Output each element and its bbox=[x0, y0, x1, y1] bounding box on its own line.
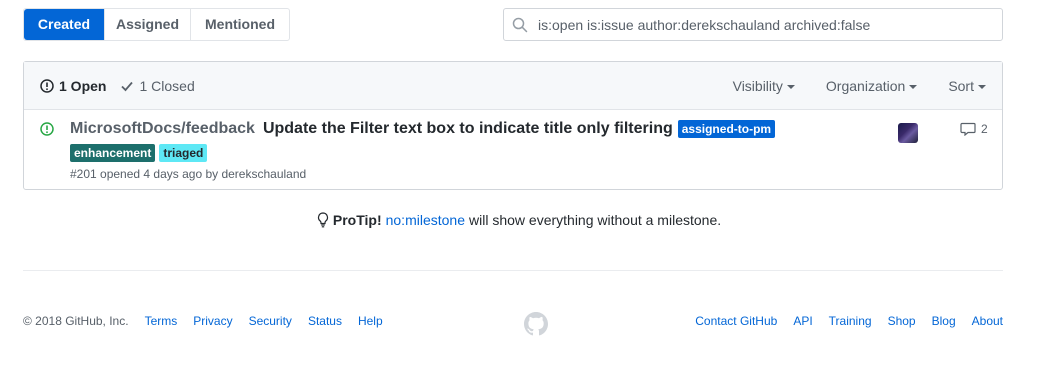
issue-row: MicrosoftDocs/feedback Update the Filter… bbox=[24, 110, 1002, 189]
footer-left: © 2018 GitHub, Inc. Terms Privacy Securi… bbox=[23, 314, 399, 328]
sort-dropdown[interactable]: Sort bbox=[948, 78, 986, 94]
footer-link-help[interactable]: Help bbox=[358, 314, 383, 328]
light-bulb-icon bbox=[317, 212, 328, 228]
tab-assigned[interactable]: Assigned bbox=[104, 9, 190, 40]
open-issues-link[interactable]: 1 Open bbox=[40, 78, 106, 94]
footer-divider bbox=[23, 270, 1003, 271]
caret-down-icon bbox=[909, 85, 918, 89]
issues-search-box[interactable] bbox=[503, 8, 1003, 41]
protip: ProTip! no:milestone will show everythin… bbox=[0, 212, 1038, 228]
issues-list-box: 1 Open 1 Closed Visibility Organization … bbox=[23, 61, 1003, 190]
comments-link[interactable]: 2 bbox=[960, 122, 988, 136]
search-input[interactable] bbox=[538, 16, 978, 33]
label-assigned-to-pm[interactable]: assigned-to-pm bbox=[677, 120, 776, 138]
protip-text: will show everything without a milestone… bbox=[469, 212, 722, 228]
footer-link-security[interactable]: Security bbox=[249, 314, 292, 328]
issue-filters: Visibility Organization Sort bbox=[733, 62, 986, 110]
issue-meta: #201 opened 4 days ago by derekschauland bbox=[70, 167, 307, 181]
footer-link-training[interactable]: Training bbox=[829, 314, 872, 328]
check-icon bbox=[121, 81, 134, 92]
open-count-label: 1 Open bbox=[59, 78, 107, 94]
footer-link-status[interactable]: Status bbox=[308, 314, 342, 328]
protip-heading: ProTip! bbox=[332, 212, 382, 228]
repo-link[interactable]: MicrosoftDocs/feedback bbox=[70, 120, 255, 138]
caret-down-icon bbox=[786, 85, 795, 89]
search-icon bbox=[512, 17, 528, 32]
label-enhancement[interactable]: enhancement bbox=[70, 144, 156, 162]
comment-icon bbox=[960, 122, 976, 136]
issue-states: 1 Open 1 Closed bbox=[40, 62, 195, 110]
tab-mentioned[interactable]: Mentioned bbox=[190, 9, 289, 40]
footer-link-shop[interactable]: Shop bbox=[888, 314, 916, 328]
issues-list-header: 1 Open 1 Closed Visibility Organization … bbox=[24, 62, 1002, 110]
issue-opened-icon bbox=[40, 79, 54, 93]
footer-link-api[interactable]: API bbox=[793, 314, 812, 328]
github-mark-icon[interactable] bbox=[524, 312, 548, 336]
tab-created[interactable]: Created bbox=[24, 9, 104, 40]
protip-no-milestone-link[interactable]: no:milestone bbox=[386, 212, 465, 228]
caret-down-icon bbox=[978, 85, 986, 89]
issue-title-line: MicrosoftDocs/feedback Update the Filter… bbox=[70, 120, 776, 138]
footer-link-privacy[interactable]: Privacy bbox=[193, 314, 232, 328]
visibility-label: Visibility bbox=[732, 78, 783, 94]
footer-link-blog[interactable]: Blog bbox=[932, 314, 956, 328]
issues-tab-nav: Created Assigned Mentioned bbox=[23, 8, 290, 41]
label-triaged[interactable]: triaged bbox=[159, 144, 208, 162]
footer-right: Contact GitHub API Training Shop Blog Ab… bbox=[679, 314, 1003, 328]
organization-label: Organization bbox=[825, 78, 906, 94]
issue-opened-icon bbox=[40, 122, 54, 136]
sort-label: Sort bbox=[948, 78, 974, 94]
footer-link-about[interactable]: About bbox=[972, 314, 1003, 328]
comment-count: 2 bbox=[981, 122, 988, 136]
footer-link-terms[interactable]: Terms bbox=[145, 314, 178, 328]
issue-labels: enhancement triaged bbox=[70, 144, 208, 162]
copyright: © 2018 GitHub, Inc. bbox=[23, 314, 129, 328]
visibility-dropdown[interactable]: Visibility bbox=[733, 78, 795, 94]
site-footer: © 2018 GitHub, Inc. Terms Privacy Securi… bbox=[23, 312, 1003, 336]
organization-dropdown[interactable]: Organization bbox=[825, 78, 918, 94]
footer-link-contact[interactable]: Contact GitHub bbox=[695, 314, 777, 328]
closed-issues-link[interactable]: 1 Closed bbox=[120, 78, 195, 94]
assignee-avatar[interactable] bbox=[898, 123, 918, 143]
issue-title-link[interactable]: Update the Filter text box to indicate t… bbox=[263, 120, 673, 138]
closed-count-label: 1 Closed bbox=[139, 78, 195, 94]
